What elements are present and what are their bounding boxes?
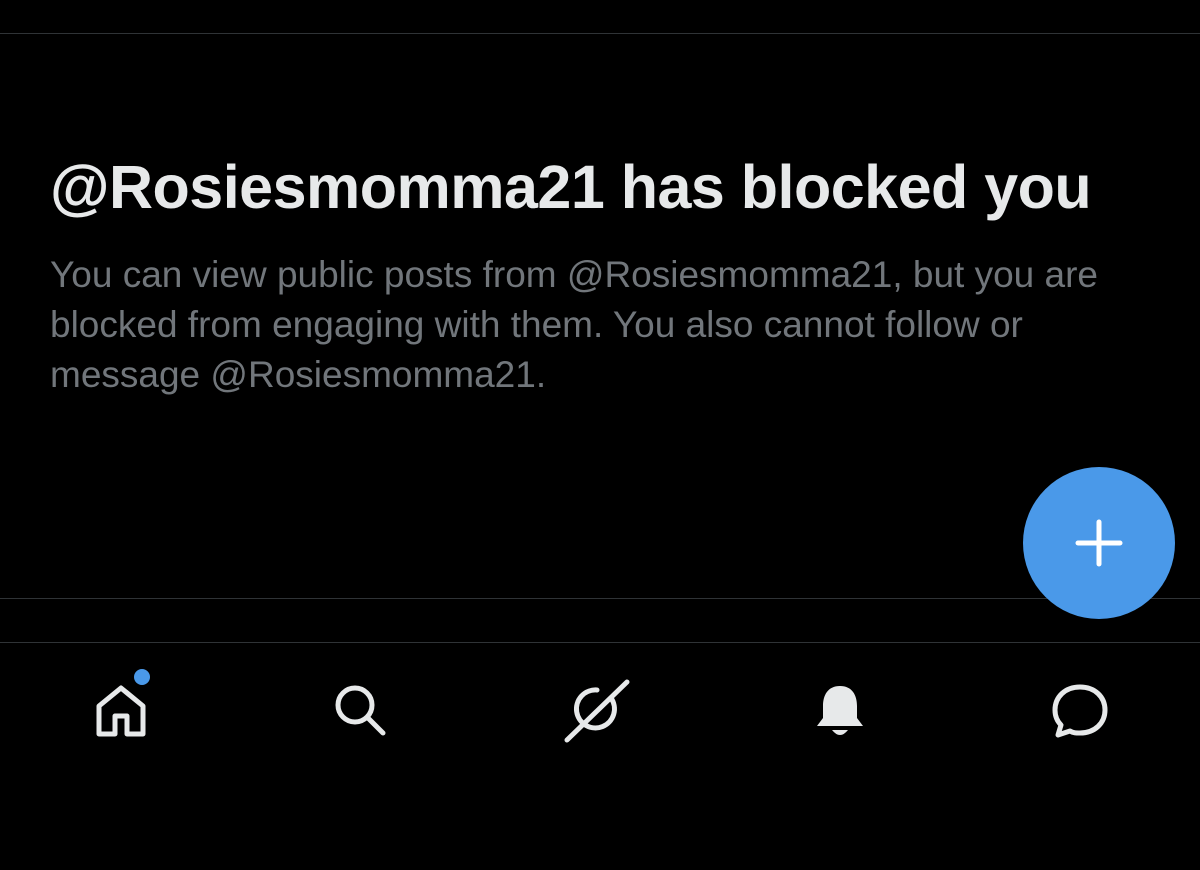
blocked-notice: @Rosiesmomma21 has blocked you You can v… (50, 148, 1150, 400)
nav-grok[interactable] (557, 670, 637, 750)
blocked-description: You can view public posts from @Rosiesmo… (50, 254, 1099, 395)
blocked-headline: @Rosiesmomma21 has blocked you (50, 153, 1092, 221)
message-bubble-icon (1052, 684, 1108, 738)
nav-notifications[interactable] (800, 670, 880, 750)
grok-icon (564, 679, 630, 743)
search-icon (335, 685, 386, 736)
nav-messages[interactable] (1040, 670, 1120, 750)
home-icon (96, 685, 146, 737)
compose-post-button[interactable] (1023, 467, 1175, 619)
nav-search[interactable] (320, 670, 400, 750)
nav-home[interactable] (81, 670, 161, 750)
content-divider (0, 598, 1200, 599)
plus-icon (1075, 519, 1123, 567)
home-unread-dot (134, 669, 150, 685)
top-divider (0, 33, 1200, 34)
bell-icon (817, 686, 863, 735)
